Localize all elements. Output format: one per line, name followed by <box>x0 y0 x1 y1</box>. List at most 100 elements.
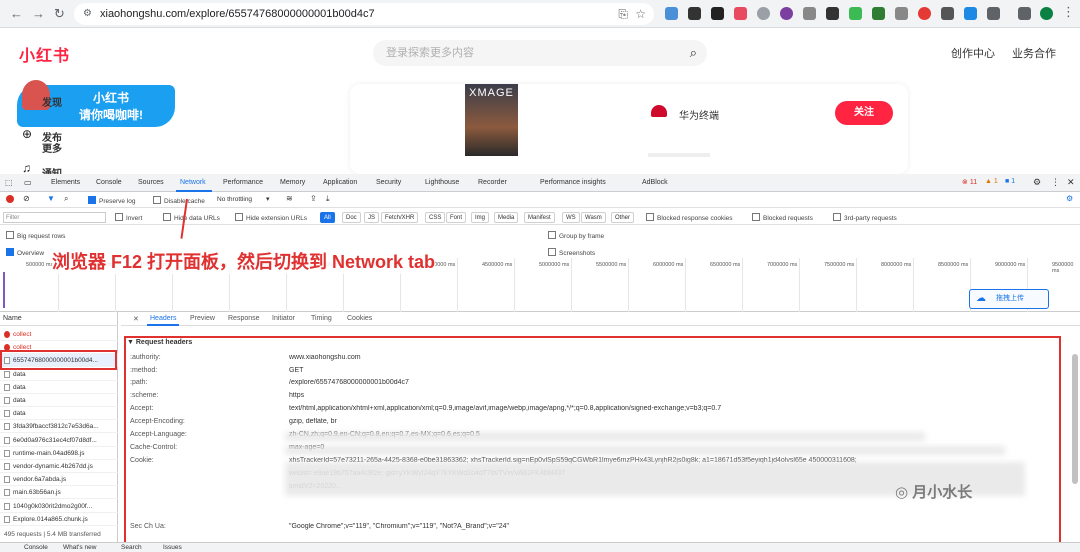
type-fetch-xhr[interactable]: Fetch/XHR <box>381 212 419 223</box>
detail-tab-timing[interactable]: Timing <box>311 315 332 322</box>
request-row[interactable]: 6e0d0a976c31ec4cf07d8df... <box>0 434 118 447</box>
overview-checkbox[interactable]: Overview <box>6 248 44 257</box>
type-img[interactable]: Img <box>471 212 490 223</box>
tab-lighthouse[interactable]: Lighthouse <box>425 179 459 186</box>
extension-icon[interactable] <box>780 7 793 20</box>
type-doc[interactable]: Doc <box>342 212 361 223</box>
nav-discover[interactable]: 发现 <box>42 94 62 109</box>
extension-icon[interactable] <box>872 7 885 20</box>
type-all[interactable]: All <box>320 212 335 223</box>
type-wasm[interactable]: Wasm <box>581 212 606 223</box>
extension-icon[interactable] <box>665 7 678 20</box>
device-toggle-icon[interactable]: ▭ <box>24 178 32 187</box>
type-font[interactable]: Font <box>446 212 467 223</box>
request-row[interactable]: vendor.6a7abda.js <box>0 473 118 487</box>
extension-icon[interactable] <box>803 7 816 20</box>
back-icon[interactable]: ← <box>10 6 23 21</box>
network-settings-icon[interactable]: ⚙ <box>1066 194 1073 203</box>
detail-tab-cookies[interactable]: Cookies <box>347 315 372 322</box>
request-headers-title[interactable]: ▼ Request headers <box>127 339 192 346</box>
tab-application[interactable]: Application <box>323 179 357 186</box>
puzzle-icon[interactable] <box>987 7 1000 20</box>
filter-icon[interactable]: ▼ <box>47 194 55 203</box>
search-input[interactable]: 登录探索更多内容 ⌕ <box>373 40 707 66</box>
extension-icon[interactable] <box>757 7 770 20</box>
tab-security[interactable]: Security <box>376 179 401 186</box>
import-icon[interactable]: ⇪ <box>310 194 317 203</box>
tab-performance-insights[interactable]: Performance insights <box>540 179 606 186</box>
type-manifest[interactable]: Manifest <box>524 212 555 223</box>
tab-adblock[interactable]: AdBlock <box>642 179 668 186</box>
site-logo[interactable]: 小红书 <box>19 42 70 66</box>
drawer-tab-console[interactable]: Console <box>24 544 48 551</box>
extension-icon[interactable] <box>895 7 908 20</box>
extension-icon[interactable] <box>941 7 954 20</box>
disable-cache-checkbox[interactable]: Disable cache <box>153 196 205 205</box>
request-row[interactable]: data <box>0 407 118 421</box>
request-row[interactable]: main.63b56an.js <box>0 486 118 500</box>
request-row[interactable]: data <box>0 394 118 407</box>
invert-checkbox[interactable]: Invert <box>115 213 142 222</box>
request-row[interactable]: 1040g0k030rit2dmo2g00f... <box>0 500 118 513</box>
group-by-frame-checkbox[interactable]: Group by frame <box>548 231 604 240</box>
type-media[interactable]: Media <box>494 212 519 223</box>
big-request-rows-checkbox[interactable]: Big request rows <box>6 231 65 240</box>
creator-center-link[interactable]: 创作中心 <box>951 45 995 61</box>
detail-tab-headers[interactable]: Headers <box>150 315 176 322</box>
extension-icon[interactable] <box>918 7 931 20</box>
screenshots-checkbox[interactable]: Screenshots <box>548 248 595 257</box>
hide-extension-urls-checkbox[interactable]: Hide extension URLs <box>235 213 307 222</box>
info-count-badge[interactable]: ■ 1 <box>1005 178 1015 185</box>
reload-icon[interactable]: ↻ <box>54 6 65 22</box>
extension-icon[interactable] <box>688 7 701 20</box>
tab-recorder[interactable]: Recorder <box>478 179 507 186</box>
close-detail-icon[interactable]: ✕ <box>133 315 139 323</box>
drawer-tab-search[interactable]: Search <box>121 544 142 551</box>
detail-tab-initiator[interactable]: Initiator <box>272 315 295 322</box>
site-info-icon[interactable]: ⚙ <box>83 3 92 25</box>
export-icon[interactable]: ⤓ <box>326 194 330 204</box>
devtools-scrollbar[interactable] <box>1072 354 1078 484</box>
request-row[interactable]: Explore.014a865.chunk.js <box>0 513 118 526</box>
wifi-icon[interactable]: ≋ <box>286 194 293 203</box>
request-row[interactable]: 3fda39fbaccf3812c7e53d6a... <box>0 420 118 434</box>
tab-elements[interactable]: Elements <box>51 179 80 186</box>
tab-memory[interactable]: Memory <box>280 179 305 186</box>
blocked-cookies-checkbox[interactable]: Blocked response cookies <box>646 213 733 222</box>
filter-input[interactable]: Filter <box>3 212 106 223</box>
forward-icon[interactable]: → <box>32 6 45 21</box>
settings-gear-icon[interactable]: ⚙ <box>1033 177 1041 188</box>
warning-count-badge[interactable]: ▲ 1 <box>985 178 998 185</box>
follow-button[interactable]: 关注 <box>835 101 893 125</box>
extension-icon[interactable] <box>849 7 862 20</box>
tab-console[interactable]: Console <box>96 179 122 186</box>
request-row[interactable]: data <box>0 381 118 394</box>
extension-icon[interactable] <box>711 7 724 20</box>
drawer-tab-whats-new[interactable]: What's new <box>63 544 96 551</box>
upload-button[interactable]: ☁ 拖拽上传 <box>969 289 1049 309</box>
menu-kebab-icon[interactable]: ⋮ <box>1062 4 1075 20</box>
search-icon[interactable]: ⌕ <box>64 194 68 204</box>
install-icon[interactable]: ⎘ <box>618 3 628 25</box>
inspect-icon[interactable]: ⬚ <box>5 178 13 187</box>
tab-network[interactable]: Network <box>180 179 206 186</box>
throttling-select[interactable]: No throttling <box>217 196 252 203</box>
nav-more[interactable]: 更多 <box>42 140 62 155</box>
name-column-header[interactable]: Name <box>0 312 118 326</box>
extension-icon[interactable] <box>826 7 839 20</box>
clear-icon[interactable]: ⊘ <box>23 194 30 203</box>
search-icon[interactable]: ⌕ <box>690 40 697 66</box>
detail-tab-response[interactable]: Response <box>228 315 260 322</box>
drawer-tab-issues[interactable]: Issues <box>163 544 182 551</box>
hide-data-urls-checkbox[interactable]: Hide data URLs <box>163 213 220 222</box>
request-row[interactable]: runtime-main.04ad698.js <box>0 447 118 460</box>
request-row[interactable]: vendor-dynamic.4b267dd.js <box>0 460 118 473</box>
side-panel-icon[interactable] <box>1018 7 1031 20</box>
tab-performance[interactable]: Performance <box>223 179 263 186</box>
extension-icon[interactable] <box>964 7 977 20</box>
note-image[interactable]: XMAGE <box>465 84 518 156</box>
type-js[interactable]: JS <box>364 212 380 223</box>
record-icon[interactable] <box>6 195 14 203</box>
kebab-icon[interactable]: ⋮ <box>1051 177 1060 188</box>
business-link[interactable]: 业务合作 <box>1012 45 1056 61</box>
